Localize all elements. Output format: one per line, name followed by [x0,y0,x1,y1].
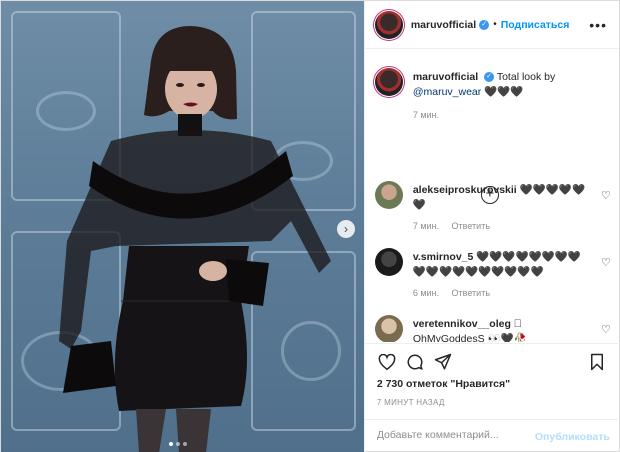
post-header: maruvofficial ✓ • Подписаться ••• [364,1,619,49]
model-figure [59,26,331,452]
comment-input[interactable] [376,429,527,441]
post-photo[interactable]: › [1,1,364,452]
caption-mention[interactable]: @maruv_wear [413,86,481,98]
comment-meta: 7 мин. Ответить [413,221,500,231]
reply-button[interactable]: Ответить [452,288,490,298]
comment-glyph: 􀀀 [513,318,522,330]
like-comment-heart-icon[interactable]: ♡ [601,189,611,202]
comments-list: maruvofficial ✓ Total look by @maruv_wea… [365,50,620,342]
carousel-dot [183,442,187,446]
share-icon[interactable] [433,352,453,372]
action-bar [364,343,620,377]
instagram-post: › maruvofficial ✓ • Подписаться ••• maru… [0,0,620,452]
caption-emoji: 🖤🖤🖤 [484,86,524,98]
like-comment-heart-icon[interactable]: ♡ [601,256,611,269]
comment-username[interactable]: v.smirnov_5 [413,251,474,263]
carousel-dots [169,442,187,446]
comment-username[interactable]: veretennikov__oleg [413,318,511,330]
caption-username[interactable]: maruvofficial [413,71,478,83]
comment-item: v.smirnov_5 🖤🖤🖤🖤🖤🖤🖤🖤 🖤🖤🖤🖤🖤🖤🖤🖤🖤🖤 6 мин. О… [374,248,611,303]
comment-meta: 6 мин. Ответить [413,288,500,298]
follow-button[interactable]: Подписаться [501,19,570,31]
caption-text: Total look by [496,71,556,83]
carousel-dot [169,442,173,446]
posted-time: 7 МИНУТ НАЗАД [376,398,445,407]
commenter-avatar[interactable] [374,248,403,276]
next-arrow-icon[interactable]: › [337,220,355,238]
comment-icon[interactable] [405,352,425,372]
author-username[interactable]: maruvofficial [411,19,476,31]
more-icon[interactable]: ••• [589,17,607,33]
author-avatar[interactable] [374,10,403,39]
reply-button[interactable]: Ответить [452,221,490,231]
comment-body: v.smirnov_5 🖤🖤🖤🖤🖤🖤🖤🖤 🖤🖤🖤🖤🖤🖤🖤🖤🖤🖤 [413,250,593,280]
caption: maruvofficial ✓ Total look by @maruv_wea… [374,68,611,138]
caption-meta: 7 мин. [413,110,449,120]
verified-badge-icon: ✓ [484,72,495,83]
comment-item: alekseiproskurovskii 🖤🖤🖤🖤🖤 🖤 7 мин. Отве… [374,181,611,236]
like-comment-heart-icon[interactable]: ♡ [601,323,611,336]
publish-button[interactable]: Опубликовать [535,431,610,443]
comment-username[interactable]: alekseiproskurovskii [413,184,517,196]
carousel-dot [176,442,180,446]
comment-composer: Опубликовать [364,419,620,452]
caption-time: 7 мин. [412,110,440,120]
comment-time: 6 мин. [412,288,440,298]
likes-count[interactable]: 2 730 отметок "Нравится" [377,378,510,390]
verified-badge-icon: ✓ [479,19,490,30]
commenter-avatar[interactable] [374,315,403,342]
comment-body: alekseiproskurovskii 🖤🖤🖤🖤🖤 🖤 [413,183,593,213]
bookmark-icon[interactable] [587,352,607,372]
heart-icon[interactable] [377,352,397,372]
comment-item: veretennikov__oleg 􀀀 OhMyGoddesS 👀🖤🥀 ♡ [374,315,611,342]
comment-time: 7 мин. [412,221,440,231]
author-avatar[interactable] [374,68,403,96]
header-separator: • [493,19,497,30]
post-side-panel: maruvofficial ✓ • Подписаться ••• maruvo… [363,1,620,452]
comment-body: veretennikov__oleg 􀀀 OhMyGoddesS 👀🖤🥀 [413,317,593,342]
caption-body: maruvofficial ✓ Total look by @maruv_wea… [413,70,593,100]
commenter-avatar[interactable] [374,181,403,209]
comment-text: OhMyGoddesS 👀🖤🥀 [412,333,527,342]
